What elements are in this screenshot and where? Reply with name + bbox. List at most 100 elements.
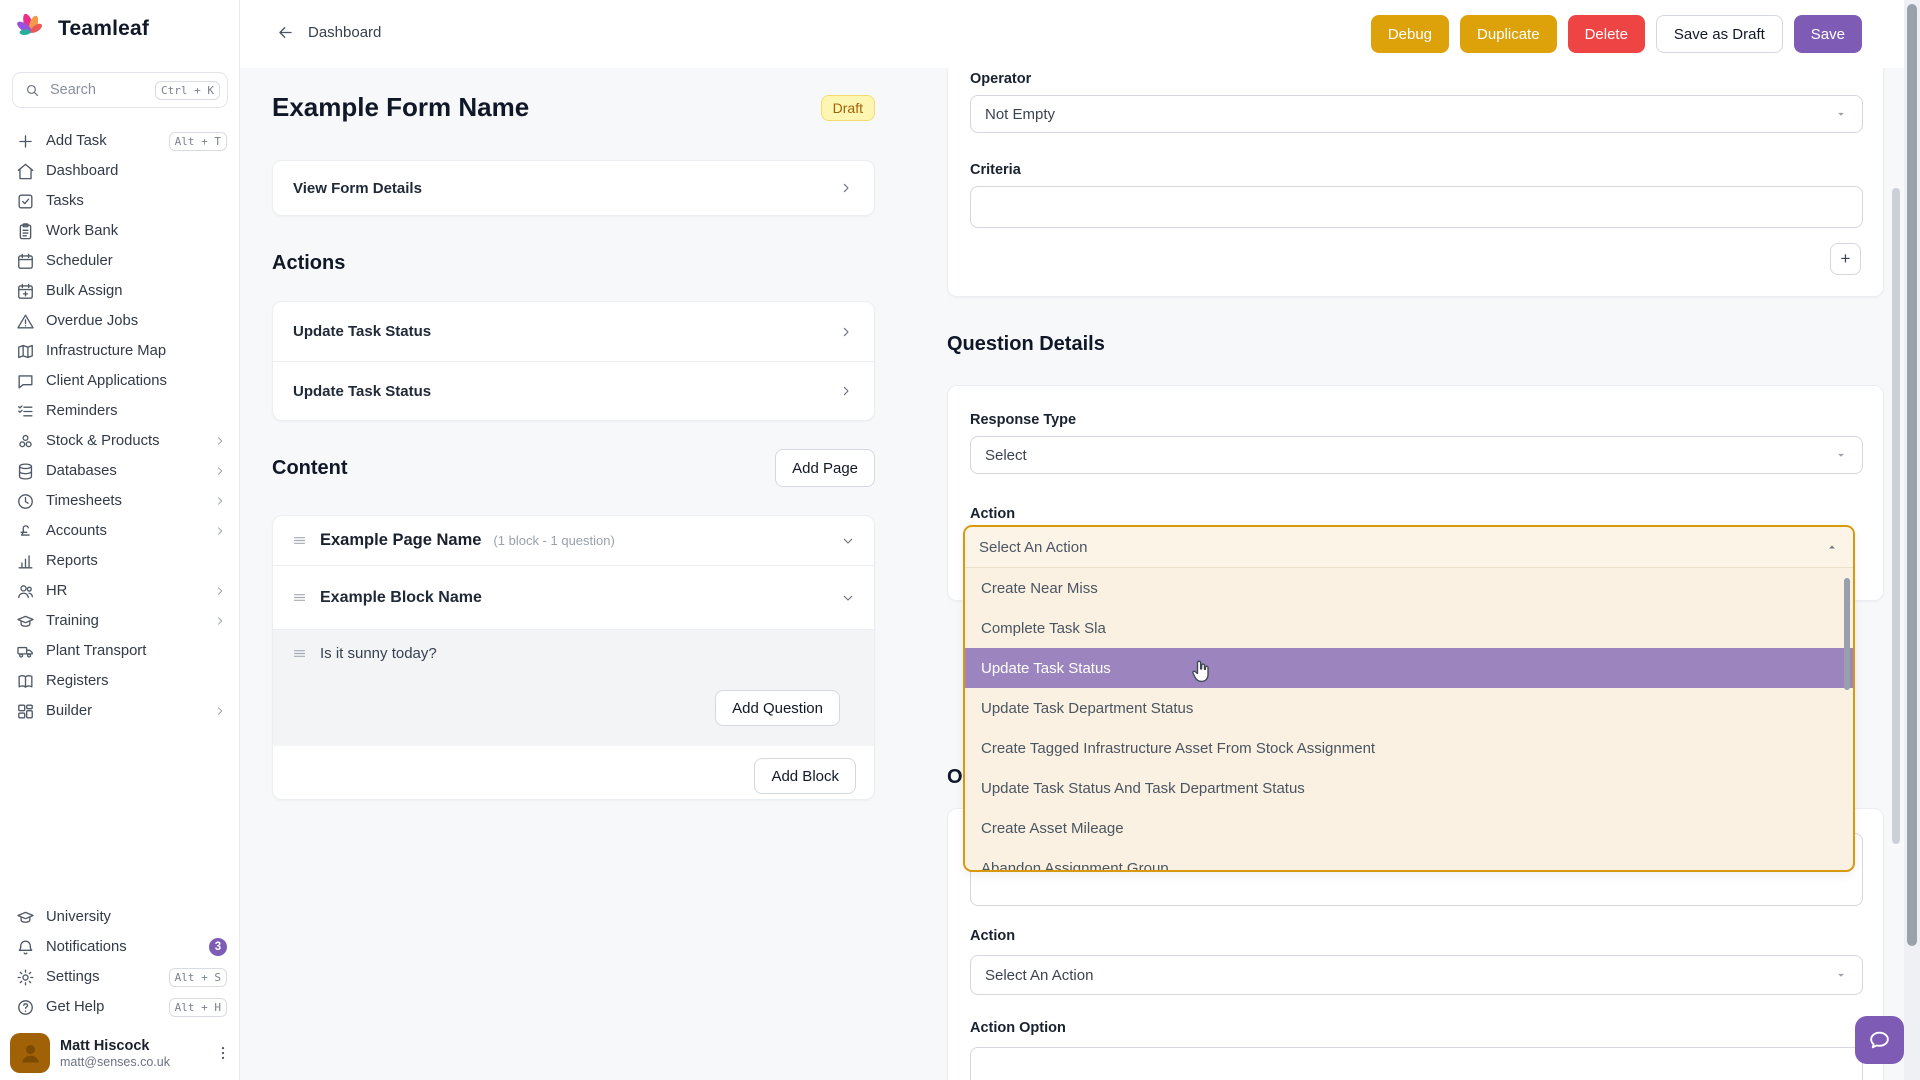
- bell-icon: [16, 938, 35, 957]
- database-icon: [16, 462, 35, 481]
- sidebar-item-client-applications[interactable]: Client Applications: [0, 366, 240, 396]
- criteria-input[interactable]: [970, 186, 1863, 228]
- page-meta: (1 block - 1 question): [493, 533, 614, 548]
- second-action-label: Action: [970, 928, 1015, 944]
- caret-up-icon: [1825, 540, 1839, 554]
- calendar-icon: [16, 252, 35, 271]
- sidebar-item-accounts[interactable]: Accounts: [0, 516, 240, 546]
- delete-button[interactable]: Delete: [1568, 15, 1645, 53]
- sidebar-item-tasks[interactable]: Tasks: [0, 186, 240, 216]
- chevron-down-icon[interactable]: [840, 533, 856, 549]
- form-header: Example Form Name Draft: [272, 92, 875, 123]
- chevron-right-icon: [838, 180, 854, 196]
- questions-zone: Is it sunny today? Add Question: [273, 629, 874, 746]
- sidebar-item-builder[interactable]: Builder: [0, 696, 240, 726]
- sidebar-item-stock-products[interactable]: Stock & Products: [0, 426, 240, 456]
- add-question-button[interactable]: Add Question: [715, 690, 840, 726]
- sidebar-item-add-task[interactable]: Add Task Alt + T: [0, 126, 240, 156]
- shortcut-hint: Alt + S: [169, 968, 227, 987]
- condition-card: Operator Not Empty Criteria +: [947, 68, 1884, 297]
- sidebar-item-scheduler[interactable]: Scheduler: [0, 246, 240, 276]
- clock-icon: [16, 492, 35, 511]
- user-menu[interactable]: Matt Hiscock matt@senses.co.uk: [10, 1033, 232, 1073]
- response-type-select[interactable]: Select: [970, 436, 1863, 474]
- drag-handle-icon[interactable]: [291, 589, 308, 606]
- duplicate-button[interactable]: Duplicate: [1460, 15, 1557, 53]
- chevron-right-icon: [838, 324, 854, 340]
- operator-select[interactable]: Not Empty: [970, 95, 1863, 133]
- dropdown-option-create-near-miss[interactable]: Create Near Miss: [965, 568, 1853, 608]
- page-row[interactable]: Example Page Name (1 block - 1 question): [273, 516, 874, 566]
- dropdown-option-create-asset-mileage[interactable]: Create Asset Mileage: [965, 808, 1853, 848]
- app-name: Teamleaf: [58, 17, 149, 41]
- action-option-label: Action Option: [970, 1020, 1066, 1036]
- save-as-draft-button[interactable]: Save as Draft: [1656, 15, 1783, 53]
- chevron-down-icon[interactable]: [840, 590, 856, 606]
- add-block-button[interactable]: Add Block: [754, 758, 856, 794]
- save-button[interactable]: Save: [1794, 15, 1862, 53]
- shortcut-hint: Alt + H: [169, 998, 227, 1017]
- sidebar-item-registers[interactable]: Registers: [0, 666, 240, 696]
- action-select-value: Select An Action: [979, 539, 1087, 556]
- dropdown-option-update-task-status[interactable]: Update Task Status: [965, 648, 1853, 688]
- plus-icon: [16, 132, 35, 151]
- calendar-plus-icon: [16, 282, 35, 301]
- main-content: Example Form Name Draft View Form Detail…: [240, 68, 1904, 1080]
- sidebar-item-notifications[interactable]: Notifications 3: [0, 932, 240, 962]
- sidebar-item-databases[interactable]: Databases: [0, 456, 240, 486]
- page-scrollbar-thumb[interactable]: [1907, 4, 1917, 946]
- sidebar-item-work-bank[interactable]: Work Bank: [0, 216, 240, 246]
- sidebar-item-get-help[interactable]: Get Help Alt + H: [0, 992, 240, 1022]
- drag-handle-icon[interactable]: [291, 645, 308, 662]
- search-placeholder: Search: [50, 82, 146, 98]
- add-page-button[interactable]: Add Page: [775, 449, 875, 487]
- panel-scrollbar-thumb[interactable]: [1892, 188, 1900, 844]
- dropdown-option-create-tagged-infrastructure-asset-from-stock-assignment[interactable]: Create Tagged Infrastructure Asset From …: [965, 728, 1853, 768]
- sidebar-item-bulk-assign[interactable]: Bulk Assign: [0, 276, 240, 306]
- debug-button[interactable]: Debug: [1371, 15, 1449, 53]
- sidebar-item-reports[interactable]: Reports: [0, 546, 240, 576]
- operator-label: Operator: [970, 71, 1031, 87]
- block-row[interactable]: Example Block Name: [273, 566, 874, 629]
- back-to-dashboard[interactable]: Dashboard: [276, 23, 381, 42]
- chevron-right-icon: [213, 704, 227, 718]
- sidebar-item-dashboard[interactable]: Dashboard: [0, 156, 240, 186]
- dropdown-option-update-task-status-and-task-department-status[interactable]: Update Task Status And Task Department S…: [965, 768, 1853, 808]
- grad-cap-icon: [16, 612, 35, 631]
- message-icon: [16, 372, 35, 391]
- sidebar-item-timesheets[interactable]: Timesheets: [0, 486, 240, 516]
- sidebar-item-hr[interactable]: HR: [0, 576, 240, 606]
- sidebar-item-settings[interactable]: Settings Alt + S: [0, 962, 240, 992]
- user-options-icon[interactable]: [214, 1044, 232, 1062]
- action-item-row[interactable]: Update Task Status: [273, 361, 874, 420]
- home-icon: [16, 162, 35, 181]
- second-action-select[interactable]: Select An Action: [970, 955, 1863, 995]
- notification-count-badge: 3: [209, 938, 227, 956]
- layout-icon: [16, 702, 35, 721]
- sidebar-item-overdue-jobs[interactable]: Overdue Jobs: [0, 306, 240, 336]
- sidebar-item-university[interactable]: University: [0, 902, 240, 932]
- question-details-heading: Question Details: [947, 333, 1105, 356]
- add-condition-button[interactable]: +: [1830, 243, 1861, 275]
- sidebar-item-training[interactable]: Training: [0, 606, 240, 636]
- drag-handle-icon[interactable]: [291, 532, 308, 549]
- dropdown-option-abandon-assignment-group[interactable]: Abandon Assignment Group: [965, 848, 1853, 870]
- search-input[interactable]: Search Ctrl + K: [12, 72, 228, 108]
- chat-button[interactable]: [1855, 1016, 1904, 1064]
- dropdown-option-complete-task-sla[interactable]: Complete Task Sla: [965, 608, 1853, 648]
- view-form-details-row[interactable]: View Form Details: [272, 160, 875, 216]
- action-item-row[interactable]: Update Task Status: [273, 302, 874, 361]
- search-icon: [24, 82, 41, 99]
- chevron-right-icon: [213, 464, 227, 478]
- action-select[interactable]: Select An Action: [965, 527, 1853, 568]
- sidebar-item-plant-transport[interactable]: Plant Transport: [0, 636, 240, 666]
- dropdown-scrollbar[interactable]: [1844, 578, 1850, 690]
- dropdown-option-update-task-department-status[interactable]: Update Task Department Status: [965, 688, 1853, 728]
- action-option-input[interactable]: [970, 1047, 1863, 1080]
- criteria-label: Criteria: [970, 162, 1021, 178]
- sidebar-item-infrastructure-map[interactable]: Infrastructure Map: [0, 336, 240, 366]
- action-select-dropdown: Select An Action Create Near MissComplet…: [963, 525, 1855, 872]
- sidebar-item-reminders[interactable]: Reminders: [0, 396, 240, 426]
- question-row[interactable]: Is it sunny today?: [273, 630, 874, 676]
- sidebar: Teamleaf Search Ctrl + K Add Task Alt + …: [0, 0, 240, 1080]
